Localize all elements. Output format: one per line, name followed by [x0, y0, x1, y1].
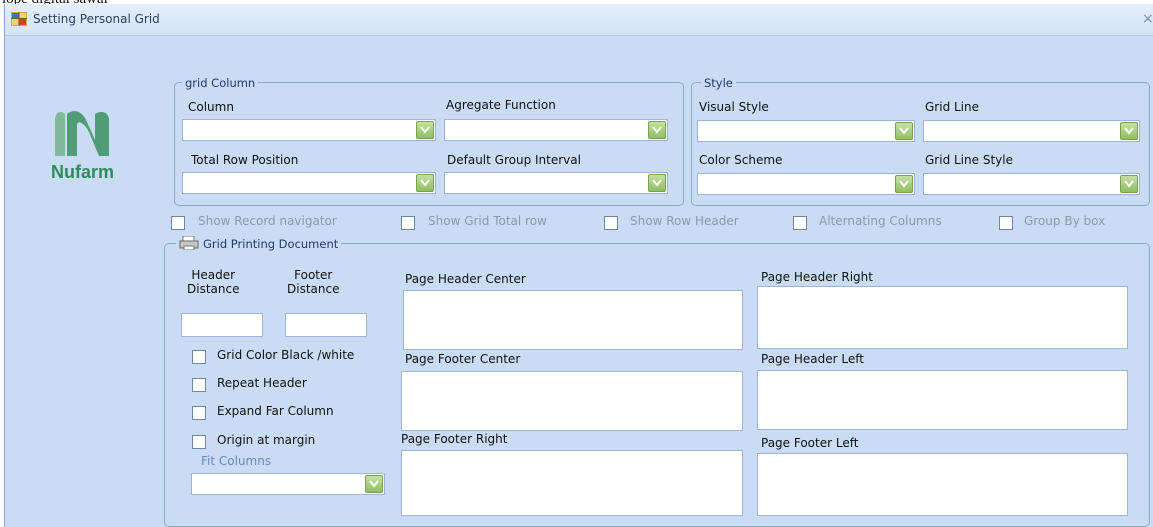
- close-icon[interactable]: ×: [1142, 11, 1153, 27]
- dropdown-arrow-icon[interactable]: [648, 121, 666, 139]
- nufarm-logo-icon: [55, 111, 109, 156]
- default-group-interval-label: Default Group Interval: [447, 153, 581, 167]
- grid-printing-legend-text: Grid Printing Document: [203, 237, 339, 251]
- show-grid-total-row-label: Show Grid Total row: [428, 214, 547, 228]
- show-grid-total-row-checkbox[interactable]: [401, 216, 415, 230]
- dropdown-arrow-icon[interactable]: [895, 122, 913, 140]
- dropdown-arrow-icon[interactable]: [648, 174, 666, 192]
- visual-style-combo[interactable]: [697, 120, 915, 142]
- page-header-center-label: Page Header Center: [405, 272, 526, 286]
- show-row-header-label: Show Row Header: [630, 214, 739, 228]
- dropdown-arrow-icon[interactable]: [895, 175, 913, 193]
- header-distance-input[interactable]: [181, 313, 263, 337]
- grid-window-icon: [11, 12, 27, 26]
- total-row-position-combo[interactable]: [182, 172, 436, 194]
- fit-columns-label: Fit Columns: [201, 454, 272, 468]
- grid-printing-legend: Grid Printing Document: [176, 235, 342, 251]
- grid-color-bw-checkbox[interactable]: [192, 350, 206, 364]
- grid-line-style-combo[interactable]: [923, 173, 1140, 195]
- repeat-header-checkbox[interactable]: [192, 378, 206, 392]
- page-footer-center-label: Page Footer Center: [405, 352, 521, 366]
- page-header-left-label: Page Header Left: [761, 352, 864, 366]
- dropdown-arrow-icon[interactable]: [1120, 175, 1138, 193]
- window-title: Setting Personal Grid: [33, 12, 160, 26]
- show-record-navigator-checkbox[interactable]: [171, 216, 185, 230]
- group-by-box-label: Group By box: [1024, 214, 1106, 228]
- fit-columns-combo[interactable]: [191, 473, 385, 495]
- alternating-columns-label: Alternating Columns: [819, 214, 942, 228]
- grid-line-combo[interactable]: [923, 120, 1140, 142]
- expand-far-column-label: Expand Far Column: [217, 404, 334, 418]
- show-record-navigator-label: Show Record navigator: [198, 214, 337, 228]
- column-combo[interactable]: [182, 119, 436, 141]
- printer-icon: [179, 235, 199, 251]
- footer-distance-label: Footer Distance: [287, 268, 340, 296]
- origin-at-margin-label: Origin at margin: [217, 433, 316, 447]
- grid-line-label: Grid Line: [925, 100, 980, 114]
- grid-line-style-label: Grid Line Style: [925, 153, 1013, 167]
- aggregate-function-combo[interactable]: [444, 119, 668, 141]
- show-row-header-checkbox[interactable]: [604, 216, 618, 230]
- color-scheme-combo[interactable]: [697, 173, 915, 195]
- header-distance-label: Header Distance: [187, 268, 240, 296]
- dropdown-arrow-icon[interactable]: [1120, 122, 1138, 140]
- page-header-right-label: Page Header Right: [761, 270, 873, 284]
- dropdown-arrow-icon[interactable]: [365, 475, 383, 493]
- alternating-columns-checkbox[interactable]: [793, 216, 807, 230]
- page-footer-left-input[interactable]: [757, 453, 1128, 516]
- style-legend: Style: [701, 76, 736, 90]
- expand-far-column-checkbox[interactable]: [192, 406, 206, 420]
- page-header-center-input[interactable]: [403, 290, 743, 350]
- page-footer-center-input[interactable]: [401, 371, 743, 431]
- page-footer-left-label: Page Footer Left: [761, 436, 859, 450]
- grid-color-bw-label: Grid Color Black /white: [217, 348, 355, 362]
- default-group-interval-combo[interactable]: [444, 172, 668, 194]
- aggregate-function-label: Agregate Function: [446, 98, 556, 112]
- footer-distance-input[interactable]: [285, 313, 367, 337]
- total-row-position-label: Total Row Position: [191, 153, 299, 167]
- title-bar: Setting Personal Grid ×: [5, 4, 1153, 36]
- page-footer-right-label: Page Footer Right: [401, 432, 508, 446]
- logo-text: Nufarm: [51, 162, 115, 182]
- group-by-box-checkbox[interactable]: [999, 216, 1013, 230]
- page-footer-right-input[interactable]: [401, 450, 743, 516]
- grid-column-legend: grid Column: [182, 76, 259, 90]
- settings-window: Setting Personal Grid × Nufarm grid Colu…: [4, 4, 1153, 527]
- column-label: Column: [188, 100, 234, 114]
- repeat-header-label: Repeat Header: [217, 376, 307, 390]
- visual-style-label: Visual Style: [699, 100, 769, 114]
- page-header-right-input[interactable]: [757, 286, 1128, 349]
- page-header-left-input[interactable]: [757, 370, 1128, 430]
- origin-at-margin-checkbox[interactable]: [192, 435, 206, 449]
- dropdown-arrow-icon[interactable]: [416, 174, 434, 192]
- dropdown-arrow-icon[interactable]: [416, 121, 434, 139]
- color-scheme-label: Color Scheme: [699, 153, 783, 167]
